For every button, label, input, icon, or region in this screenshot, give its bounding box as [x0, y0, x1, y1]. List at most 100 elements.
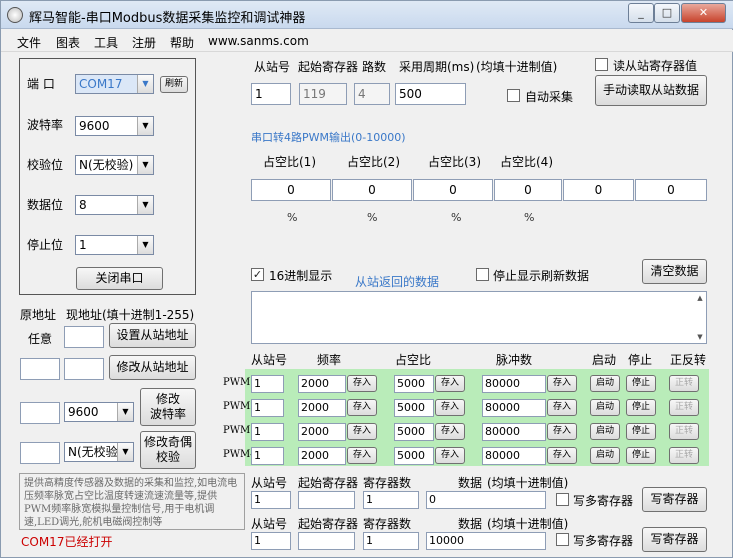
duty-value-1[interactable]: 0 [251, 179, 331, 201]
write2-multi-checkbox[interactable] [556, 533, 569, 546]
write2-count-input[interactable]: 1 [363, 532, 419, 550]
pwm1-direction-button[interactable]: 正转 [669, 375, 699, 392]
pwm3-pulses-save-button[interactable]: 存入 [547, 423, 577, 440]
modify-baud-button[interactable]: 修改 波特率 [140, 388, 196, 426]
new-parity-select[interactable]: N(无校验) ▼ [64, 442, 134, 462]
write2-data-input[interactable]: 10000 [426, 532, 546, 550]
auto-collect-checkbox[interactable] [507, 89, 520, 102]
new-addr-input-2[interactable] [64, 358, 104, 380]
write1-multi-checkbox[interactable] [556, 493, 569, 506]
clear-data-button[interactable]: 清空数据 [642, 259, 707, 284]
menu-tools[interactable]: 工具 [94, 34, 118, 51]
stop-refresh-checkbox[interactable] [476, 268, 489, 281]
modify-slave-addr-button[interactable]: 修改从站地址 [109, 355, 196, 380]
menu-website[interactable]: www.sanms.com [208, 34, 309, 48]
orig-addr-input[interactable] [20, 358, 60, 380]
write1-start-reg-input[interactable] [298, 491, 355, 509]
parity-addr-input[interactable] [20, 442, 60, 464]
menu-help[interactable]: 帮助 [170, 34, 194, 51]
pwm1-freq-input[interactable]: 2000 [298, 375, 346, 393]
write1-button[interactable]: 写寄存器 [642, 487, 707, 512]
pwm1-stop-button[interactable]: 停止 [626, 375, 656, 392]
write1-slave-input[interactable]: 1 [251, 491, 291, 509]
pwm4-start-button[interactable]: 启动 [590, 447, 620, 464]
close-port-button[interactable]: 关闭串口 [76, 267, 163, 290]
pwm4-freq-save-button[interactable]: 存入 [347, 447, 377, 464]
parity-select[interactable]: N(无校验) ▼ [75, 155, 154, 175]
pwm1-duty-save-button[interactable]: 存入 [435, 375, 465, 392]
write2-button[interactable]: 写寄存器 [642, 527, 707, 552]
pwm4-pulses-input[interactable]: 80000 [482, 447, 546, 465]
menu-file[interactable]: 文件 [17, 34, 41, 51]
pwm3-pulses-input[interactable]: 80000 [482, 423, 546, 441]
pwm4-direction-button[interactable]: 正转 [669, 447, 699, 464]
baud-select[interactable]: 9600 ▼ [75, 116, 154, 136]
stopbits-select[interactable]: 1 ▼ [75, 235, 154, 255]
new-addr-input-1[interactable] [64, 326, 104, 348]
pwm2-duty-input[interactable]: 5000 [394, 399, 434, 417]
refresh-button[interactable]: 刷新 [160, 76, 188, 93]
read-slave-reg-checkbox[interactable] [595, 58, 608, 71]
minimize-button[interactable]: _ [628, 3, 654, 23]
pwm3-stop-button[interactable]: 停止 [626, 423, 656, 440]
pwm1-pulses-save-button[interactable]: 存入 [547, 375, 577, 392]
hex-display-checkbox[interactable]: ✓ [251, 268, 264, 281]
menu-register[interactable]: 注册 [132, 34, 156, 51]
new-baud-select[interactable]: 9600 ▼ [64, 402, 134, 422]
baud-addr-input[interactable] [20, 402, 60, 424]
set-slave-addr-button[interactable]: 设置从站地址 [109, 323, 196, 348]
write2-start-reg-input[interactable] [298, 532, 355, 550]
pwm3-direction-button[interactable]: 正转 [669, 423, 699, 440]
write1-data-input[interactable]: 0 [426, 491, 546, 509]
pwm1-freq-save-button[interactable]: 存入 [347, 375, 377, 392]
pwm2-slave-input[interactable]: 1 [251, 399, 284, 417]
returned-data-textarea[interactable]: ▲ ▼ [251, 291, 707, 344]
chevron-down-icon: ▼ [137, 75, 153, 93]
pwm1-duty-input[interactable]: 5000 [394, 375, 434, 393]
port-select[interactable]: COM17 ▼ [75, 74, 154, 94]
pwm2-duty-save-button[interactable]: 存入 [435, 399, 465, 416]
pwm4-duty-input[interactable]: 5000 [394, 447, 434, 465]
menu-chart[interactable]: 图表 [56, 34, 80, 51]
modify-parity-button[interactable]: 修改奇偶 校验 [140, 431, 196, 469]
pwm3-freq-input[interactable]: 2000 [298, 423, 346, 441]
databits-select[interactable]: 8 ▼ [75, 195, 154, 215]
pwm3-start-button[interactable]: 启动 [590, 423, 620, 440]
pwm4-slave-input[interactable]: 1 [251, 447, 284, 465]
pwm1-slave-input[interactable]: 1 [251, 375, 284, 393]
pwm4-duty-save-button[interactable]: 存入 [435, 447, 465, 464]
close-button[interactable]: ✕ [681, 3, 726, 23]
pwm2-start-button[interactable]: 启动 [590, 399, 620, 416]
pwm4-freq-input[interactable]: 2000 [298, 447, 346, 465]
write2-slave-input[interactable]: 1 [251, 532, 291, 550]
pwm2-pulses-input[interactable]: 80000 [482, 399, 546, 417]
duty-value-3[interactable]: 0 [413, 179, 493, 201]
pwm3-freq-save-button[interactable]: 存入 [347, 423, 377, 440]
duty-value-2[interactable]: 0 [332, 179, 412, 201]
pwm2-direction-button[interactable]: 正转 [669, 399, 699, 416]
pwm2-pulses-save-button[interactable]: 存入 [547, 399, 577, 416]
read-slave-input[interactable]: 1 [251, 83, 291, 105]
pwm3-duty-input[interactable]: 5000 [394, 423, 434, 441]
pwm1-start-button[interactable]: 启动 [590, 375, 620, 392]
read-period-input[interactable]: 500 [395, 83, 466, 105]
pwm1-pulses-input[interactable]: 80000 [482, 375, 546, 393]
maximize-button[interactable]: □ [654, 3, 680, 23]
scroll-down-icon[interactable]: ▼ [696, 333, 704, 341]
pwm2-freq-input[interactable]: 2000 [298, 399, 346, 417]
pwm2-stop-button[interactable]: 停止 [626, 399, 656, 416]
pwm3-duty-save-button[interactable]: 存入 [435, 423, 465, 440]
pwm3-slave-input[interactable]: 1 [251, 423, 284, 441]
pwm4-stop-button[interactable]: 停止 [626, 447, 656, 464]
pwm4-pulses-save-button[interactable]: 存入 [547, 447, 577, 464]
read-start-reg-input[interactable]: 119 [299, 83, 347, 105]
manual-read-button[interactable]: 手动读取从站数据 [595, 75, 707, 106]
scroll-up-icon[interactable]: ▲ [696, 294, 704, 302]
stopbits-value: 1 [79, 238, 87, 252]
write1-count-input[interactable]: 1 [363, 491, 419, 509]
duty-value-6[interactable]: 0 [635, 179, 707, 201]
duty-value-4[interactable]: 0 [494, 179, 562, 201]
duty-value-5[interactable]: 0 [563, 179, 634, 201]
pwm2-freq-save-button[interactable]: 存入 [347, 399, 377, 416]
read-count-input[interactable]: 4 [354, 83, 390, 105]
